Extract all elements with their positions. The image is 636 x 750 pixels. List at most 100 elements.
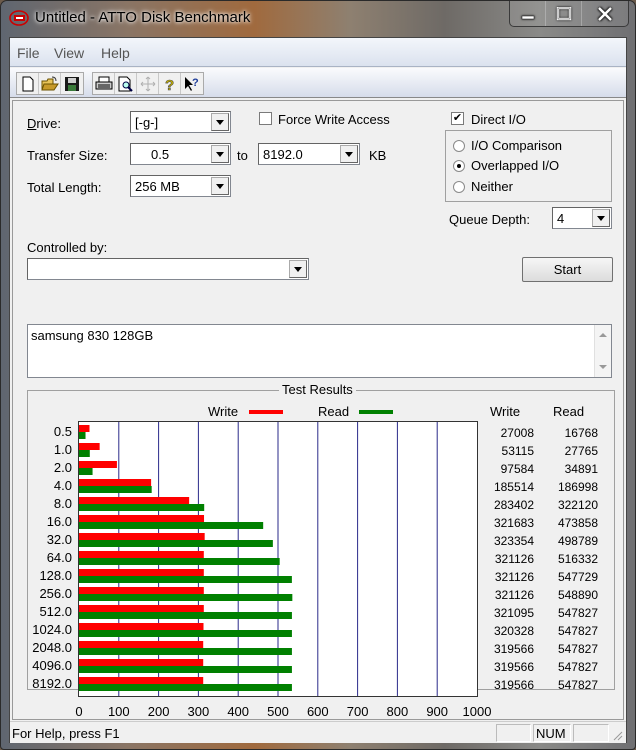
bar-write-1.0	[79, 443, 100, 450]
drive-dropdown-button[interactable]	[211, 113, 229, 131]
value-write-2.0: 97584	[500, 462, 534, 476]
transfer-size-label: Transfer Size:	[27, 148, 108, 163]
test-results-title: Test Results	[279, 382, 356, 397]
value-read-2.0: 34891	[564, 462, 598, 476]
status-text: For Help, press F1	[12, 726, 120, 741]
bar-write-8.0	[79, 497, 190, 504]
title-bar[interactable]: Untitled - ATTO Disk Benchmark	[1, 1, 635, 37]
transfer-to-dropdown-button[interactable]	[340, 145, 358, 163]
scroll-down-icon[interactable]	[599, 365, 607, 369]
legend-read-swatch	[359, 410, 393, 414]
value-write-4.0: 185514	[493, 480, 534, 494]
save-button[interactable]	[61, 73, 83, 94]
print-button[interactable]	[93, 73, 115, 94]
menu-help[interactable]: Help	[101, 45, 130, 61]
value-write-256.0: 321126	[494, 588, 534, 602]
value-read-128.0: 547729	[557, 570, 598, 584]
controlled-by-label: Controlled by:	[27, 240, 108, 255]
chevron-down-icon	[216, 119, 224, 125]
close-button[interactable]	[582, 1, 628, 26]
x-tick-label: 100	[107, 704, 130, 719]
app-window: Untitled - ATTO Disk Benchmark File View…	[0, 0, 636, 750]
x-tick-label: 700	[346, 704, 369, 719]
value-read-16.0: 473858	[557, 516, 598, 530]
bar-read-256.0	[79, 594, 293, 601]
total-length-select[interactable]: 256 MB	[130, 175, 231, 197]
chevron-down-icon	[345, 151, 353, 157]
value-write-512.0: 321095	[493, 606, 534, 620]
status-bar: For Help, press F1 NUM	[10, 721, 626, 743]
transfer-size-to-select[interactable]: 8192.0	[258, 143, 360, 165]
menu-view[interactable]: View	[54, 45, 84, 61]
menu-file[interactable]: File	[17, 45, 40, 61]
direct-io-label: Direct I/O	[471, 112, 526, 127]
description-scrollbar[interactable]	[594, 325, 611, 377]
bar-read-4.0	[79, 486, 152, 493]
value-write-1024.0: 320328	[493, 624, 534, 638]
value-read-32.0: 498789	[557, 534, 598, 548]
bar-write-64.0	[79, 551, 204, 558]
value-write-0.5: 27008	[500, 426, 534, 440]
io-comparison-radio[interactable]	[453, 140, 465, 152]
queue-depth-select[interactable]: 4	[552, 207, 612, 229]
bar-read-2.0	[79, 468, 93, 475]
checkmark-icon: ✔	[452, 112, 463, 124]
y-tick-label: 2048.0	[32, 640, 72, 655]
x-tick-label: 500	[267, 704, 289, 719]
bar-read-0.5	[79, 432, 86, 439]
context-help-button[interactable]: ?	[181, 73, 203, 94]
value-write-8.0: 283402	[493, 498, 534, 512]
transfer-from-dropdown-button[interactable]	[211, 145, 229, 163]
transfer-size-from-select[interactable]: 0.5	[130, 143, 231, 165]
value-write-128.0: 321126	[494, 570, 534, 584]
chevron-down-icon	[216, 183, 224, 189]
bar-read-16.0	[79, 522, 264, 529]
value-write-8192.0: 319566	[493, 678, 534, 692]
queue-depth-dropdown-button[interactable]	[592, 209, 610, 227]
test-results-group: Test Results Write Read Write Read 0.5 1.…	[27, 382, 615, 736]
neither-radio[interactable]	[453, 181, 465, 193]
force-write-checkbox[interactable]	[259, 112, 272, 125]
legend-write-label: Write	[208, 404, 239, 419]
status-pane-scroll	[573, 724, 609, 742]
y-tick-label: 128.0	[39, 568, 72, 583]
open-button[interactable]	[39, 73, 61, 94]
new-button[interactable]	[17, 73, 39, 94]
move-button[interactable]	[137, 73, 159, 94]
io-comparison-label: I/O Comparison	[471, 138, 563, 153]
minimize-button[interactable]	[510, 1, 546, 26]
maximize-button[interactable]	[546, 1, 582, 26]
legend-write-swatch	[249, 410, 283, 414]
resize-grip-icon[interactable]	[611, 729, 623, 741]
x-tick-label: 900	[426, 704, 449, 719]
caption-buttons	[509, 1, 629, 27]
svg-text:?: ?	[165, 77, 174, 92]
description-textarea[interactable]: samsung 830 128GB	[27, 324, 612, 378]
start-button[interactable]: Start	[522, 257, 613, 282]
value-read-1024.0: 547827	[557, 624, 598, 638]
print-preview-button[interactable]	[115, 73, 137, 94]
value-write-4096.0: 319566	[493, 660, 534, 674]
legend-read-label: Read	[318, 404, 350, 419]
total-length-value: 256 MB	[135, 179, 180, 194]
controlled-by-select[interactable]	[27, 258, 309, 280]
overlapped-io-radio[interactable]	[453, 160, 465, 172]
force-write-label: Force Write Access	[278, 112, 390, 127]
atto-app-icon	[9, 10, 29, 26]
bar-read-1.0	[79, 450, 90, 457]
scroll-up-icon[interactable]	[599, 333, 607, 337]
bar-write-2048.0	[79, 641, 204, 648]
value-read-8.0: 322120	[557, 498, 598, 512]
new-icon	[22, 76, 33, 91]
print-icon	[95, 76, 112, 89]
bar-write-32.0	[79, 533, 205, 540]
controlled-by-dropdown-button[interactable]	[289, 260, 307, 278]
help-button[interactable]: ?	[159, 73, 181, 94]
drive-select[interactable]: [-g-]	[130, 111, 231, 133]
x-tick-label: 800	[386, 704, 409, 719]
value-read-4.0: 186998	[557, 480, 598, 494]
bar-write-128.0	[79, 569, 204, 576]
total-length-dropdown-button[interactable]	[211, 177, 229, 195]
direct-io-checkbox[interactable]: ✔	[451, 112, 464, 125]
queue-depth-value: 4	[557, 211, 565, 226]
